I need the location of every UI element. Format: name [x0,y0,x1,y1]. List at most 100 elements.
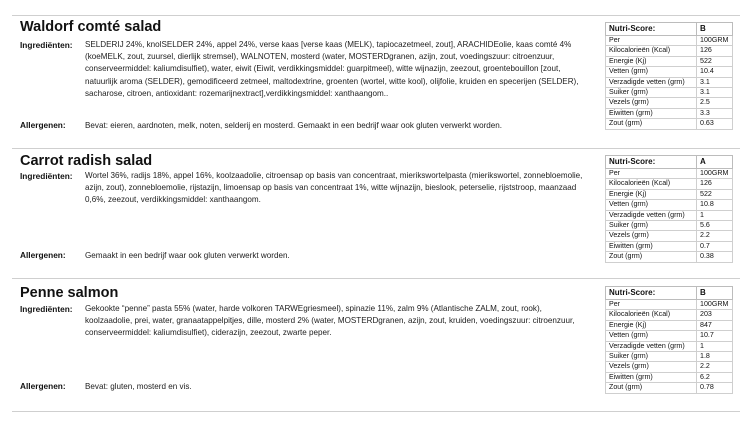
nutrient-name: Per [605,167,697,180]
nutrient-name: Kilocalorieën (Kcal) [605,309,697,321]
nutrient-value: 5.6 [696,220,733,232]
product-sheet: Waldorf comté salad Ingrediënten: SELDER… [0,0,750,422]
nutrient-name: Vezels (grm) [605,97,697,109]
nutrition-row: Energie (Kj) 522 [605,188,733,201]
product-card-carrot-radish: Carrot radish salad Ingrediënten: Wortel… [12,153,740,277]
nutrient-name: Energie (Kj) [605,55,697,68]
product-title: Waldorf comté salad [20,19,162,35]
nutrition-row: Per 100GRM [605,298,733,311]
nutrient-name: Energie (Kj) [605,188,697,201]
ingredients-line: koolzaadolie, prei, water, granaatappelp… [85,316,575,326]
nutrient-name: Per [605,34,697,47]
nutrient-name: Verzadigde vetten (grm) [605,76,697,89]
ingredients-line: Wortel 36%, radijs 18%, appel 16%, koolz… [85,171,583,180]
nutrient-name: Kilocalorieën (Kcal) [605,178,697,190]
nutrition-row: Suiker (grm) 3.1 [605,87,733,99]
product-card-penne-salmon: Penne salmon Ingrediënten: Gekookte “pen… [12,285,740,411]
nutrient-value: 1.8 [696,351,733,363]
nutrient-value: 2.2 [696,361,733,373]
nutrition-table: Nutri-Score: A Per 100GRM Kilocalorieën (… [605,155,733,263]
ingredients-line: (koeMELK, zout, zuursel, dierlijk strems… [85,52,555,62]
nutrient-name: Eiwitten (grm) [605,371,697,384]
nutrient-value: 100GRM [696,298,733,311]
product-title: Penne salmon [20,285,119,301]
nutrition-row: Per 100GRM [605,34,733,47]
ingredients-line: sacharose, citroen, antioxidant: rozemar… [85,88,389,98]
nutrition-row: Per 100GRM [605,167,733,180]
nutrition-row: Eiwitten (grm) 3.3 [605,107,733,120]
ingredients-line: 0,6%, zeezout, verdikkingsmiddel: xantha… [85,195,261,205]
nutrient-value: 10.7 [696,330,733,342]
nutrient-name: Vetten (grm) [605,330,697,342]
allergens-label: Allergenen: [20,381,66,391]
nutrient-value: 0.78 [696,382,733,394]
nutrient-value: 100GRM [696,167,733,180]
ingredients-line: conserveermiddel: kaliumdisulfiet), wate… [85,64,561,74]
nutri-score-row: Nutri-Score: A [605,155,733,169]
nutrient-value: 3.3 [696,107,733,120]
nutrient-value: 522 [696,188,733,201]
nutrient-name: Vezels (grm) [605,230,697,242]
nutrition-row: Vezels (grm) 2.2 [605,230,733,242]
allergens-text: Bevat: eieren, aardnoten, melk, noten, s… [85,121,503,130]
divider-line [12,411,740,412]
nutri-score-value: A [696,155,733,169]
nutrient-name: Suiker (grm) [605,220,697,232]
nutrient-value: 126 [696,178,733,190]
nutrient-name: Suiker (grm) [605,351,697,363]
nutrient-name: Zout (grm) [605,382,697,394]
nutrient-value: 0.7 [696,240,733,253]
nutrient-name: Zout (grm) [605,118,697,130]
nutrient-value: 3.1 [696,87,733,99]
nutrient-name: Per [605,298,697,311]
nutrition-row: Energie (Kj) 522 [605,55,733,68]
ingredients-label: Ingrediënten: [20,171,73,181]
nutrient-value: 10.4 [696,66,733,78]
nutrition-row: Suiker (grm) 1.8 [605,351,733,363]
nutrient-value: 6.2 [696,371,733,384]
nutrient-value: 1 [696,340,733,353]
ingredients-line: natuurlijk aroma (SELDER), gemodificeerd… [85,76,579,86]
nutrition-row: Eiwitten (grm) 0.7 [605,240,733,253]
nutri-score-row: Nutri-Score: B [605,22,733,36]
nutrient-name: Eiwitten (grm) [605,240,697,253]
nutrient-value: 522 [696,55,733,68]
allergens-text: Bevat: gluten, mosterd en vis. [85,382,192,391]
nutrient-name: Zout (grm) [605,251,697,263]
ingredients-line: conserveermiddel: kaliumdisulfiet), cide… [85,328,332,338]
nutrient-name: Vetten (grm) [605,199,697,211]
nutrient-value: 3.1 [696,76,733,89]
nutrition-row: Verzadigde vetten (grm) 1 [605,209,733,222]
nutrient-name: Verzadigde vetten (grm) [605,340,697,353]
product-title: Carrot radish salad [20,153,153,169]
nutrient-value: 0.38 [696,251,733,263]
nutrient-name: Vezels (grm) [605,361,697,373]
nutrient-name: Vetten (grm) [605,66,697,78]
ingredients-label: Ingrediënten: [20,40,73,50]
nutrition-row: Kilocalorieën (Kcal) 203 [605,309,733,321]
nutrient-value: 2.5 [696,97,733,109]
nutrient-value: 10.8 [696,199,733,211]
nutrient-name: Verzadigde vetten (grm) [605,209,697,222]
nutrition-table: Nutri-Score: B Per 100GRM Kilocalorieën (… [605,22,733,130]
product-card-waldorf: Waldorf comté salad Ingrediënten: SELDER… [12,19,740,147]
nutri-score-label: Nutri-Score: [605,22,697,36]
nutrition-row: Kilocalorieën (Kcal) 126 [605,45,733,57]
nutri-score-label: Nutri-Score: [605,155,697,169]
nutrition-row: Vezels (grm) 2.2 [605,361,733,373]
nutrition-row: Zout (grm) 0.38 [605,251,733,263]
nutrition-row: Energie (Kj) 847 [605,319,733,332]
nutrition-row: Suiker (grm) 5.6 [605,220,733,232]
nutrition-row: Vetten (grm) 10.4 [605,66,733,78]
nutrition-row: Verzadigde vetten (grm) 1 [605,340,733,353]
nutrition-row: Verzadigde vetten (grm) 3.1 [605,76,733,89]
nutrient-name: Eiwitten (grm) [605,107,697,120]
ingredients-label: Ingrediënten: [20,304,73,314]
nutrient-value: 2.2 [696,230,733,242]
nutrient-value: 1 [696,209,733,222]
nutri-score-row: Nutri-Score: B [605,286,733,300]
nutrition-row: Vetten (grm) 10.8 [605,199,733,211]
nutrient-value: 847 [696,319,733,332]
allergens-label: Allergenen: [20,250,66,260]
ingredients-line: Gekookte “penne” pasta 55% (water, harde… [85,304,542,313]
